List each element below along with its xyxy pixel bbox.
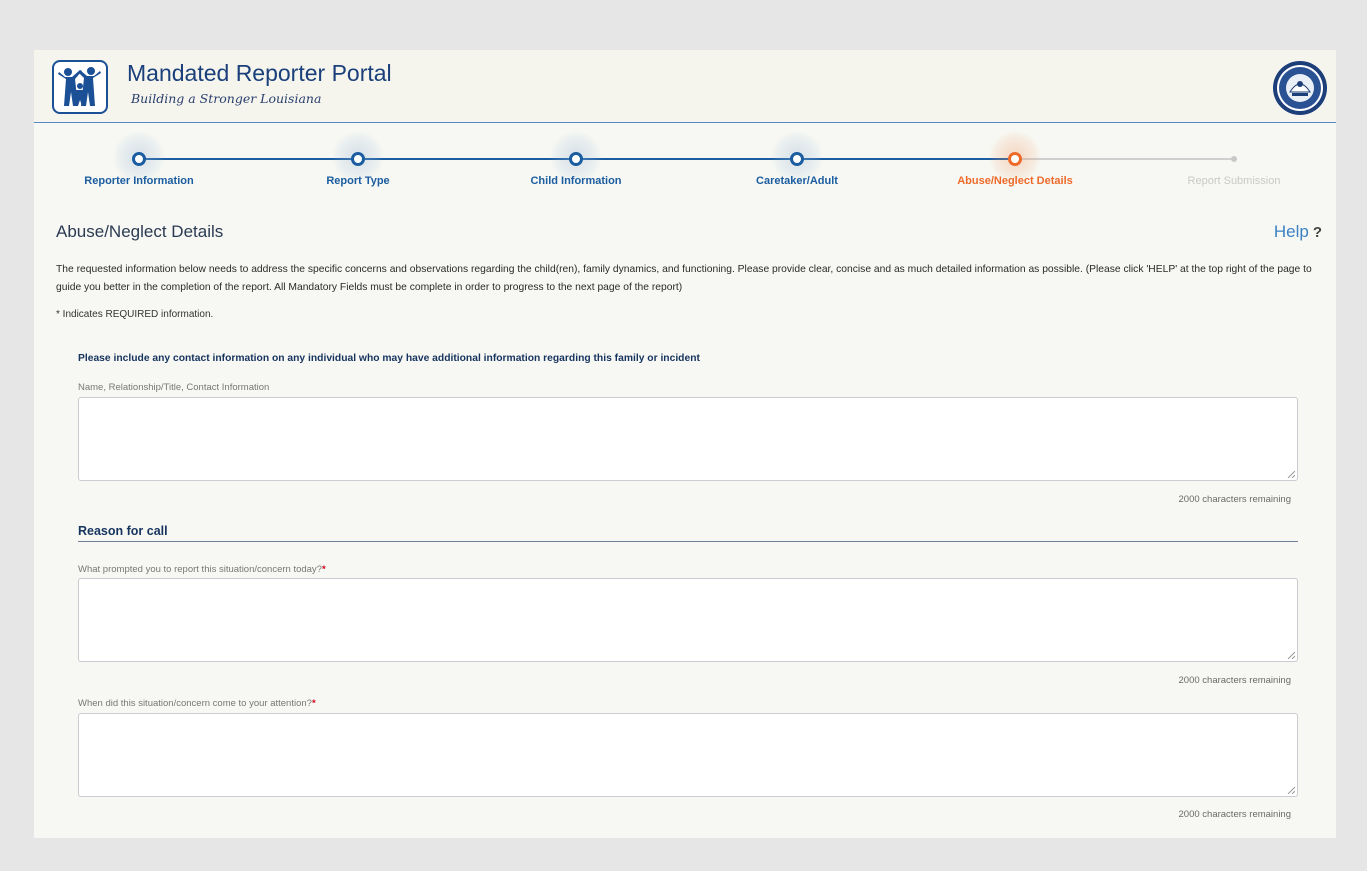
step-marker-icon <box>1231 156 1237 162</box>
step-marker-icon <box>790 152 804 166</box>
required-asterisk: * <box>321 564 326 575</box>
contact-field-label: Name, Relationship/Title, Contact Inform… <box>78 382 270 393</box>
reason-prompt-label: What prompted you to report this situati… <box>78 564 326 575</box>
contact-heading: Please include any contact information o… <box>78 353 700 364</box>
step-label: Reporter Information <box>84 175 194 187</box>
attention-date-char-counter: 2000 characters remaining <box>1178 809 1291 820</box>
resize-handle-icon[interactable] <box>1287 651 1295 659</box>
state-seal-icon <box>1272 60 1328 116</box>
portal-tagline: Building a Stronger Louisiana <box>131 91 322 106</box>
required-asterisk: * <box>311 698 316 709</box>
portal-title: Mandated Reporter Portal <box>127 60 392 86</box>
step-label: Abuse/Neglect Details <box>957 175 1073 187</box>
resize-handle-icon[interactable] <box>1287 786 1295 794</box>
help-label: Help <box>1273 222 1309 241</box>
step-marker-icon <box>351 152 365 166</box>
attention-date-textarea[interactable] <box>78 713 1298 797</box>
step-marker-icon <box>132 152 146 166</box>
attention-date-label: When did this situation/concern come to … <box>78 698 316 709</box>
step-marker-icon <box>569 152 583 166</box>
portal-frame: Mandated Reporter Portal Building a Stro… <box>34 50 1336 838</box>
page-title: Abuse/Neglect Details <box>56 222 224 241</box>
contact-char-counter: 2000 characters remaining <box>1178 494 1291 505</box>
stepper-line-pending <box>1010 158 1234 160</box>
step-label: Child Information <box>530 175 622 187</box>
reason-section-title: Reason for call <box>78 524 168 538</box>
step-label: Caretaker/Adult <box>756 175 838 187</box>
resize-handle-icon[interactable] <box>1287 470 1295 478</box>
reason-prompt-wrapper <box>78 578 1298 662</box>
intro-text: The requested information below needs to… <box>56 264 1312 293</box>
attention-date-wrapper <box>78 713 1298 797</box>
contact-field-wrapper <box>78 397 1298 481</box>
reason-prompt-char-counter: 2000 characters remaining <box>1178 675 1291 686</box>
family-logo-icon[interactable] <box>52 60 108 114</box>
step-label: Report Type <box>326 175 390 187</box>
reason-prompt-textarea[interactable] <box>78 578 1298 662</box>
help-link[interactable]: Help? <box>1274 222 1322 242</box>
contact-info-textarea[interactable] <box>78 397 1298 481</box>
question-mark-icon: ? <box>1312 224 1322 241</box>
section-divider <box>78 541 1298 542</box>
step-marker-icon <box>1008 152 1022 166</box>
required-note: * Indicates REQUIRED information. <box>56 309 214 320</box>
portal-header: Mandated Reporter Portal Building a Stro… <box>34 50 1336 123</box>
step-label: Report Submission <box>1187 175 1281 187</box>
progress-stepper: Reporter Information Report Type Child I… <box>34 123 1336 203</box>
